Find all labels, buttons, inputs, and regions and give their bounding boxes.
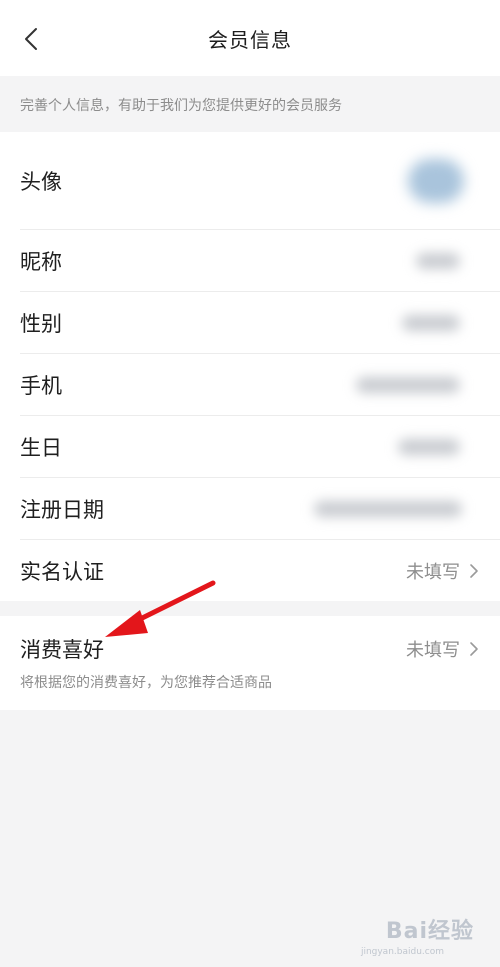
watermark-logo: Bai经验	[385, 919, 474, 944]
nickname-value-blurred	[416, 252, 460, 269]
row-phone-label: 手机	[20, 373, 62, 398]
page-title: 会员信息	[208, 27, 292, 52]
row-consumption-preference[interactable]: 消费喜好 未填写	[0, 616, 500, 672]
row-birthday-label: 生日	[20, 435, 62, 460]
birthday-value-blurred	[398, 438, 460, 455]
gender-value-blurred	[402, 314, 460, 331]
chevron-left-icon	[25, 28, 37, 50]
section-gap	[0, 601, 500, 616]
row-real-name-auth-label: 实名认证	[20, 559, 104, 584]
preference-section: 消费喜好 未填写 将根据您的消费喜好，为您推荐合适商品	[0, 616, 500, 710]
row-register-date-label: 注册日期	[20, 497, 104, 522]
chevron-right-icon	[470, 563, 478, 578]
row-nickname[interactable]: 昵称	[0, 230, 500, 291]
row-gender[interactable]: 性别	[0, 292, 500, 353]
info-hint-text: 完善个人信息，有助于我们为您提供更好的会员服务	[20, 98, 342, 114]
real-name-auth-status: 未填写	[406, 561, 460, 583]
row-consumption-preference-label: 消费喜好	[20, 638, 104, 662]
real-name-auth-value: 未填写	[406, 558, 480, 584]
consumption-preference-value: 未填写	[406, 636, 480, 662]
row-nickname-label: 昵称	[20, 249, 62, 274]
register-date-value-blurred	[314, 500, 462, 517]
member-info-list: 头像 昵称 性别 手机 生日 注册日期 实名认证 未填写	[0, 132, 500, 601]
chevron-right-icon	[470, 642, 478, 656]
top-nav-bar: 会员信息	[0, 0, 500, 76]
row-register-date[interactable]: 注册日期	[0, 478, 500, 539]
row-phone[interactable]: 手机	[0, 354, 500, 415]
watermark-url: jingyan.baidu.com	[360, 947, 444, 957]
consumption-preference-status: 未填写	[406, 640, 460, 661]
row-birthday[interactable]: 生日	[0, 416, 500, 477]
avatar-blurred	[408, 158, 464, 203]
phone-value-blurred	[356, 376, 460, 393]
back-button[interactable]	[14, 22, 48, 56]
row-gender-label: 性别	[20, 311, 62, 336]
row-real-name-auth[interactable]: 实名认证 未填写	[0, 540, 500, 601]
row-avatar-label: 头像	[20, 169, 62, 194]
row-avatar[interactable]: 头像	[0, 132, 500, 229]
preference-description: 将根据您的消费喜好，为您推荐合适商品	[20, 675, 272, 691]
